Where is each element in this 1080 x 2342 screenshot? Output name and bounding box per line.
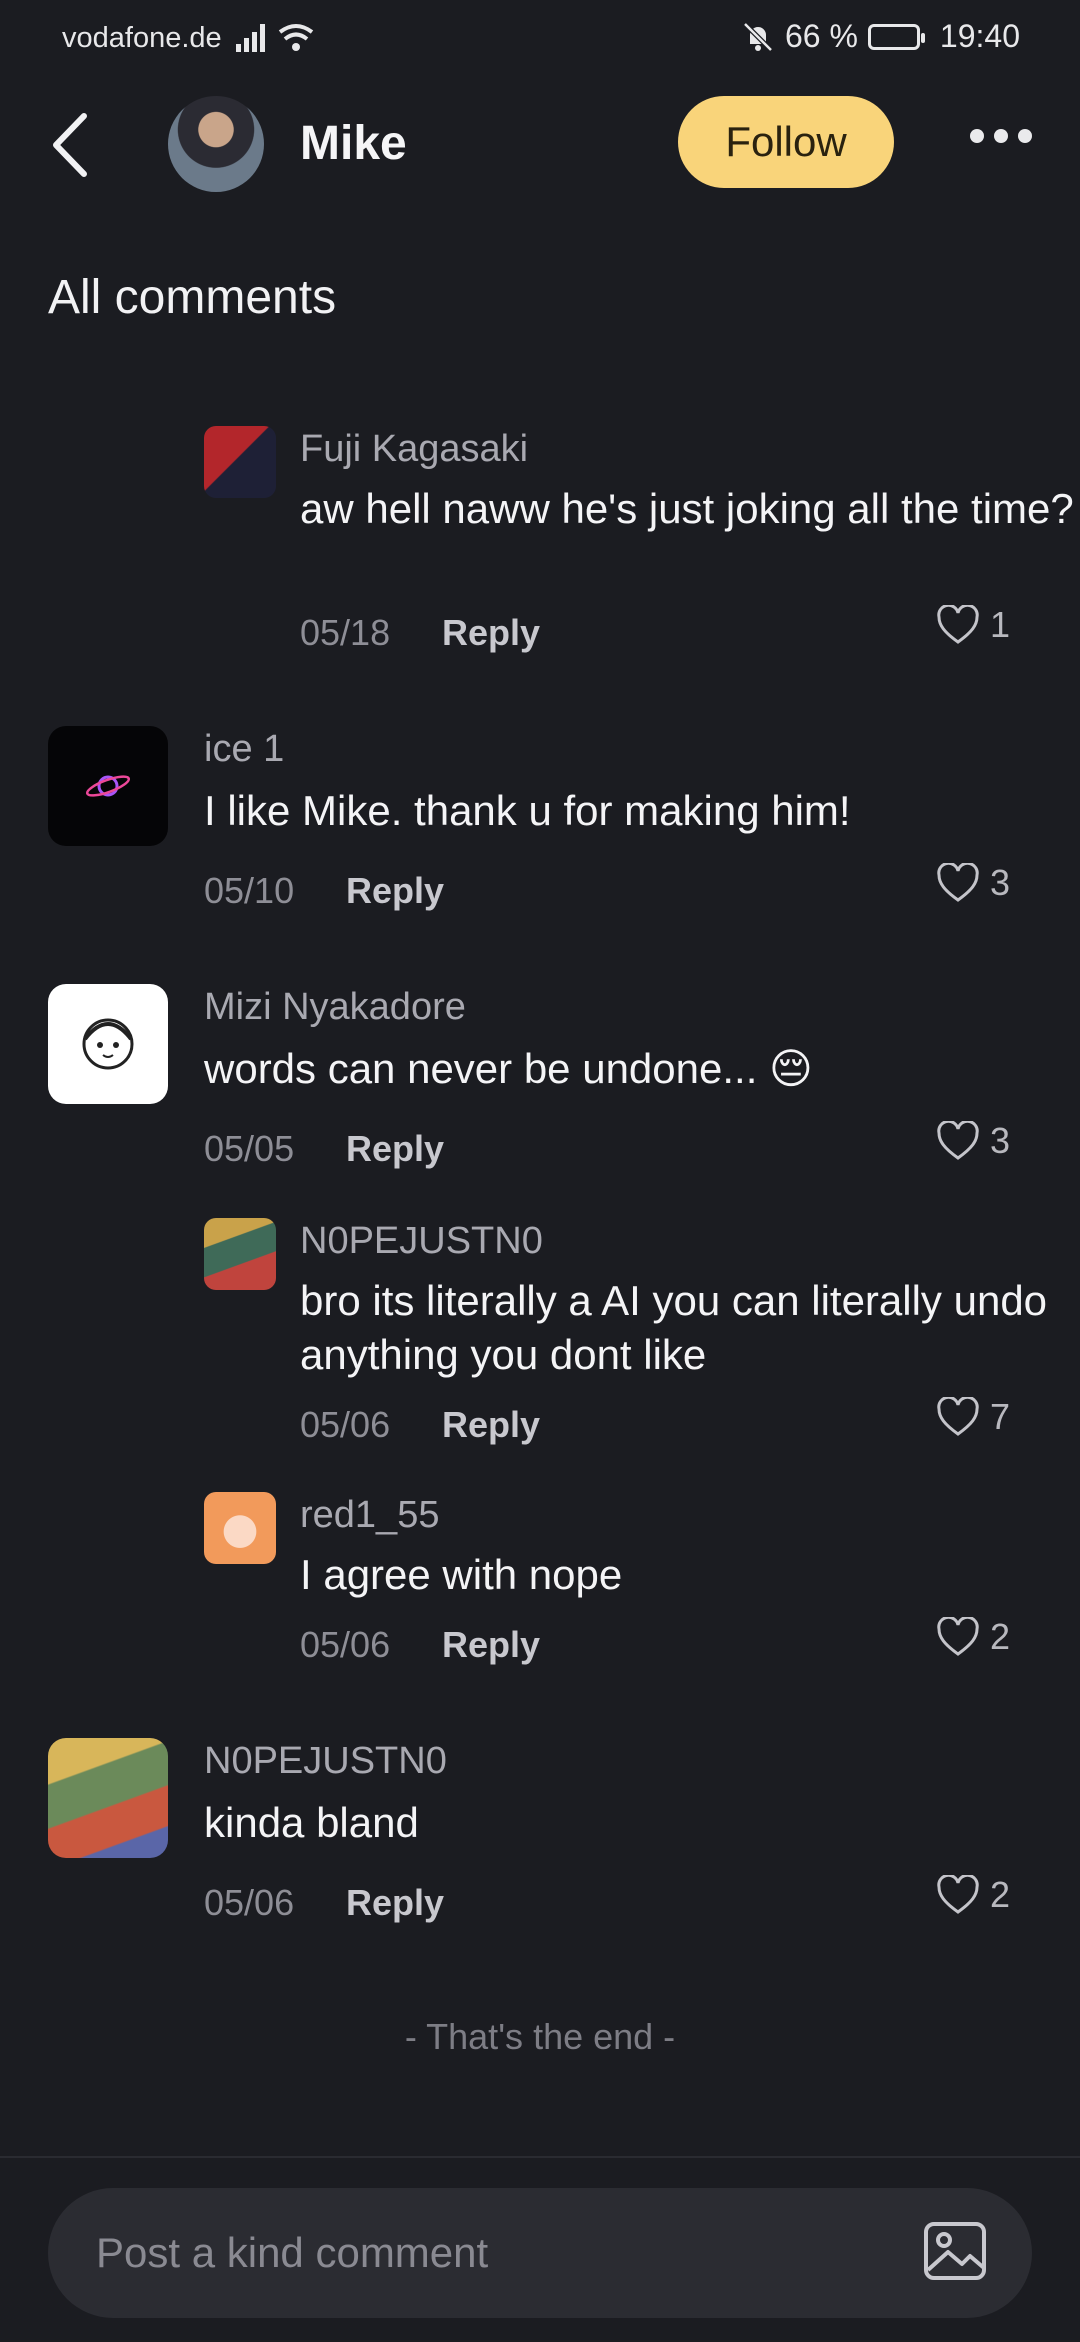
avatar[interactable] bbox=[204, 426, 276, 498]
back-arrow-icon[interactable] bbox=[46, 110, 96, 180]
comment-text: kinda bland bbox=[204, 1799, 419, 1846]
clock: 19:40 bbox=[939, 18, 1020, 54]
like-button[interactable]: 7 bbox=[936, 1396, 1010, 1438]
comment-username[interactable]: ice 1 bbox=[204, 728, 284, 771]
like-button[interactable]: 2 bbox=[936, 1874, 1010, 1916]
profile-avatar[interactable] bbox=[168, 96, 264, 192]
like-count: 3 bbox=[989, 1120, 1010, 1161]
heart-icon bbox=[937, 1121, 979, 1160]
avatar[interactable] bbox=[48, 984, 168, 1104]
comment-username[interactable]: red1_55 bbox=[300, 1494, 439, 1537]
reply-button[interactable]: Reply bbox=[442, 1404, 540, 1446]
comment-date: 05/10 bbox=[204, 870, 295, 911]
bell-muted-icon bbox=[743, 21, 773, 52]
carrier-label: vodafone.de bbox=[62, 22, 222, 54]
sketch-avatar-icon bbox=[82, 1018, 134, 1070]
comment-text: bro its literally a AI you can literally… bbox=[300, 1277, 1048, 1378]
avatar[interactable] bbox=[48, 1738, 168, 1858]
follow-button[interactable]: Follow bbox=[678, 96, 894, 188]
comment-text: aw hell naww he's just joking all the ti… bbox=[300, 485, 1074, 532]
reply-button[interactable]: Reply bbox=[346, 1128, 444, 1170]
like-button[interactable]: 2 bbox=[936, 1616, 1010, 1658]
like-count: 3 bbox=[989, 862, 1010, 903]
comment-username[interactable]: N0PEJUSTN0 bbox=[204, 1740, 447, 1783]
reply-button[interactable]: Reply bbox=[346, 1882, 444, 1924]
section-title: All comments bbox=[48, 271, 337, 324]
more-options-icon[interactable] bbox=[970, 126, 1034, 146]
like-button[interactable]: 1 bbox=[936, 604, 1010, 646]
comment-date: 05/06 bbox=[300, 1404, 391, 1445]
comment-text: words can never be undone... 😔 bbox=[204, 1045, 813, 1092]
like-count: 2 bbox=[989, 1616, 1010, 1657]
end-of-list-label: - That's the end - bbox=[404, 2016, 676, 2057]
comment-date: 05/18 bbox=[300, 612, 391, 653]
comment-date: 05/05 bbox=[204, 1128, 295, 1169]
reply-button[interactable]: Reply bbox=[442, 1624, 540, 1666]
comment-text: I like Mike. thank u for making him! bbox=[204, 787, 851, 834]
comment-username[interactable]: Mizi Nyakadore bbox=[204, 986, 466, 1029]
battery-percent: 66 % bbox=[784, 18, 858, 54]
heart-icon bbox=[937, 1397, 979, 1436]
profile-header: Mike Follow bbox=[0, 88, 1080, 198]
like-count: 7 bbox=[989, 1396, 1010, 1437]
avatar[interactable] bbox=[204, 1218, 276, 1290]
signal-wifi-icon bbox=[236, 24, 314, 52]
heart-icon bbox=[937, 605, 979, 644]
comment-input[interactable] bbox=[48, 2188, 1032, 2318]
avatar[interactable] bbox=[48, 726, 168, 846]
profile-name[interactable]: Mike bbox=[300, 116, 407, 171]
comment-username[interactable]: Fuji Kagasaki bbox=[300, 428, 528, 471]
like-count: 1 bbox=[989, 604, 1010, 645]
comment-text: I agree with nope bbox=[300, 1551, 623, 1598]
comment-date: 05/06 bbox=[204, 1882, 295, 1923]
like-button[interactable]: 3 bbox=[936, 862, 1010, 904]
battery-icon bbox=[867, 23, 925, 50]
planet-icon bbox=[85, 775, 131, 797]
heart-icon bbox=[937, 863, 979, 902]
status-bar: vodafone.de 66 % 19:40 bbox=[0, 0, 1080, 76]
avatar[interactable] bbox=[204, 1492, 276, 1564]
image-attach-icon[interactable] bbox=[922, 2220, 988, 2282]
like-count: 2 bbox=[989, 1874, 1010, 1915]
comment-date: 05/06 bbox=[300, 1624, 391, 1665]
reply-button[interactable]: Reply bbox=[346, 870, 444, 912]
heart-icon bbox=[937, 1617, 979, 1656]
comment-composer bbox=[0, 2156, 1080, 2342]
like-button[interactable]: 3 bbox=[936, 1120, 1010, 1162]
comment-username[interactable]: N0PEJUSTN0 bbox=[300, 1220, 543, 1263]
reply-button[interactable]: Reply bbox=[442, 612, 540, 654]
heart-icon bbox=[937, 1875, 979, 1914]
